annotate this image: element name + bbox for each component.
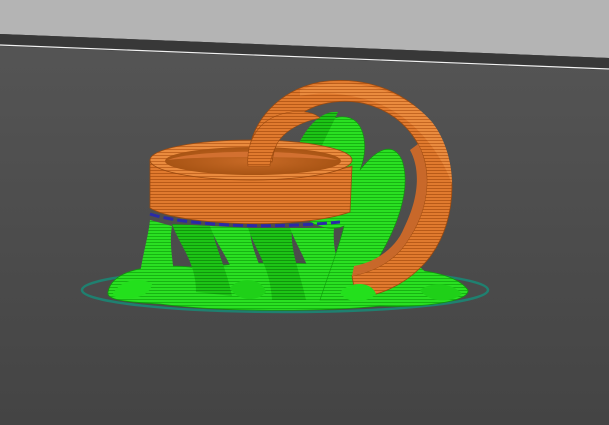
3d-viewport[interactable]	[0, 0, 609, 425]
scene-canvas[interactable]	[0, 0, 609, 425]
